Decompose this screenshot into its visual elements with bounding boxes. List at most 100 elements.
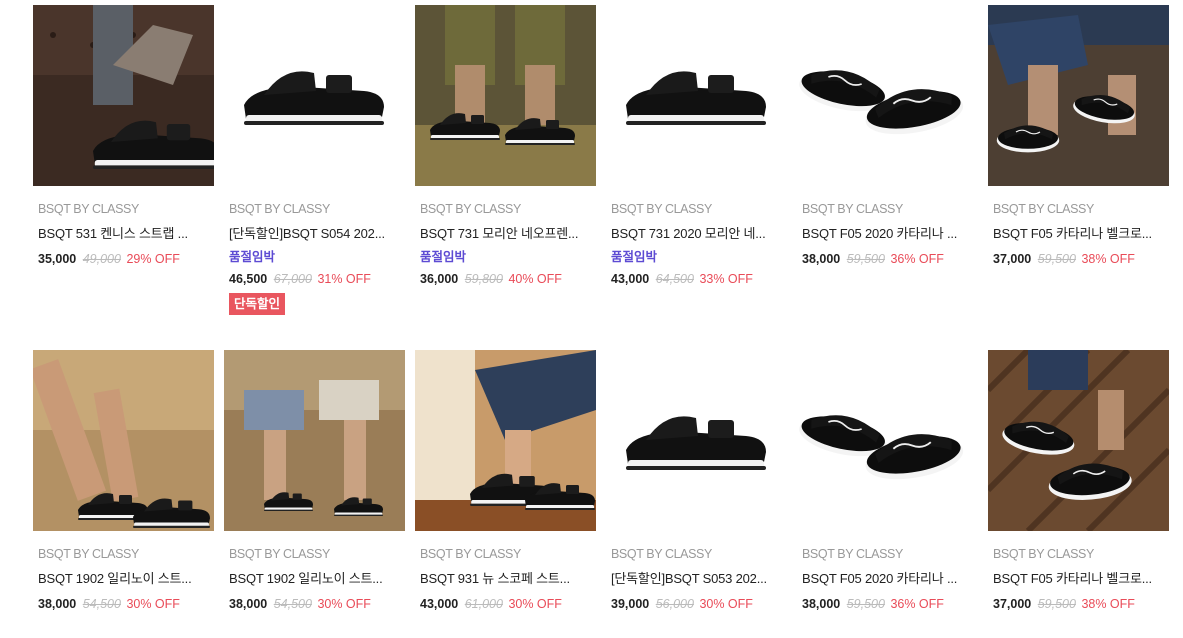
product-name[interactable]: BSQT F05 2020 카타리나 ... [802, 571, 973, 587]
product-brand: BSQT BY CLASSY [229, 547, 330, 561]
product-card[interactable]: BSQT BY CLASSY [단독할인]BSQT S054 202... 품절… [224, 5, 405, 315]
discount-rate: 38% OFF [1081, 597, 1135, 611]
product-image[interactable] [988, 5, 1169, 186]
product-name[interactable]: BSQT F05 2020 카타리나 ... [802, 226, 973, 242]
exclusive-discount-badge: 단독할인 [229, 293, 286, 315]
sale-price: 35,000 [38, 252, 77, 266]
product-brand: BSQT BY CLASSY [38, 202, 139, 216]
product-brand: BSQT BY CLASSY [229, 202, 330, 216]
discount-rate: 30% OFF [317, 597, 371, 611]
discount-rate: 30% OFF [699, 597, 753, 611]
sale-price: 38,000 [229, 597, 268, 611]
product-brand: BSQT BY CLASSY [38, 547, 139, 561]
product-card[interactable]: BSQT BY CLASSY BSQT 931 뉴 스코페 스트... 43,0… [415, 350, 596, 612]
product-brand: BSQT BY CLASSY [420, 202, 521, 216]
product-info: BSQT BY CLASSY [단독할인]BSQT S053 202... 39… [606, 547, 787, 612]
product-image[interactable] [415, 5, 596, 186]
original-price: 56,000 [655, 597, 694, 611]
price-row: 43,000 61,000 30% OFF [420, 596, 591, 612]
discount-rate: 40% OFF [508, 272, 562, 286]
original-price: 59,500 [846, 597, 885, 611]
soldout-soon-label: 품절임박 [420, 250, 467, 264]
product-brand: BSQT BY CLASSY [993, 547, 1094, 561]
product-info: BSQT BY CLASSY BSQT 1902 일리노이 스트... 38,0… [224, 547, 405, 612]
price-row: 36,000 59,800 40% OFF [420, 271, 591, 287]
product-name[interactable]: BSQT 531 켄니스 스트랩 ... [38, 226, 209, 242]
price-row: 38,000 54,500 30% OFF [38, 596, 209, 612]
product-image[interactable] [33, 5, 214, 186]
sale-price: 38,000 [802, 597, 841, 611]
sale-price: 37,000 [993, 252, 1032, 266]
product-image[interactable] [224, 5, 405, 186]
discount-rate: 30% OFF [126, 597, 180, 611]
product-card[interactable]: BSQT BY CLASSY BSQT F05 2020 카타리나 ... 38… [797, 5, 978, 267]
price-row: 38,000 59,500 36% OFF [802, 251, 973, 267]
discount-rate: 38% OFF [1081, 252, 1135, 266]
product-card[interactable]: BSQT BY CLASSY BSQT 731 모리안 네오프렌... 품절임박… [415, 5, 596, 287]
product-info: BSQT BY CLASSY BSQT F05 카타리나 벨크로... 37,0… [988, 202, 1169, 267]
price-row: 46,500 67,000 31% OFF [229, 271, 400, 287]
original-price: 61,000 [464, 597, 503, 611]
product-name[interactable]: BSQT 1902 일리노이 스트... [38, 571, 209, 587]
product-card[interactable]: BSQT BY CLASSY BSQT 731 2020 모리안 네... 품절… [606, 5, 787, 287]
discount-rate: 36% OFF [890, 252, 944, 266]
sale-price: 38,000 [38, 597, 77, 611]
product-brand: BSQT BY CLASSY [611, 547, 712, 561]
product-name[interactable]: BSQT F05 카타리나 벨크로... [993, 571, 1164, 587]
original-price: 64,500 [655, 272, 694, 286]
product-image[interactable] [797, 350, 978, 531]
product-card[interactable]: BSQT BY CLASSY BSQT F05 카타리나 벨크로... 37,0… [988, 5, 1169, 267]
product-name[interactable]: BSQT 931 뉴 스코페 스트... [420, 571, 591, 587]
sale-price: 39,000 [611, 597, 650, 611]
original-price: 59,500 [1037, 597, 1076, 611]
price-row: 37,000 59,500 38% OFF [993, 251, 1164, 267]
sale-price: 36,000 [420, 272, 459, 286]
price-row: 38,000 59,500 36% OFF [802, 596, 973, 612]
sale-price: 43,000 [611, 272, 650, 286]
discount-rate: 31% OFF [317, 272, 371, 286]
product-info: BSQT BY CLASSY BSQT 931 뉴 스코페 스트... 43,0… [415, 547, 596, 612]
product-image[interactable] [988, 350, 1169, 531]
product-name[interactable]: BSQT F05 카타리나 벨크로... [993, 226, 1164, 242]
product-card[interactable]: BSQT BY CLASSY BSQT 1902 일리노이 스트... 38,0… [224, 350, 405, 612]
product-card[interactable]: BSQT BY CLASSY BSQT 1902 일리노이 스트... 38,0… [33, 350, 214, 612]
original-price: 67,000 [273, 272, 312, 286]
product-image[interactable] [606, 5, 787, 186]
product-brand: BSQT BY CLASSY [611, 202, 712, 216]
product-brand: BSQT BY CLASSY [802, 202, 903, 216]
product-image[interactable] [797, 5, 978, 186]
product-info: BSQT BY CLASSY BSQT 731 2020 모리안 네... 품절… [606, 202, 787, 287]
product-name[interactable]: BSQT 731 모리안 네오프렌... [420, 226, 591, 242]
price-row: 38,000 54,500 30% OFF [229, 596, 400, 612]
product-info: BSQT BY CLASSY BSQT F05 카타리나 벨크로... 37,0… [988, 547, 1169, 612]
original-price: 49,000 [82, 252, 121, 266]
product-image[interactable] [415, 350, 596, 531]
product-card[interactable]: BSQT BY CLASSY BSQT F05 2020 카타리나 ... 38… [797, 350, 978, 612]
product-name[interactable]: BSQT 731 2020 모리안 네... [611, 226, 782, 242]
discount-rate: 36% OFF [890, 597, 944, 611]
product-card[interactable]: BSQT BY CLASSY [단독할인]BSQT S053 202... 39… [606, 350, 787, 612]
product-card[interactable]: BSQT BY CLASSY BSQT F05 카타리나 벨크로... 37,0… [988, 350, 1169, 612]
sale-price: 46,500 [229, 272, 268, 286]
sale-price: 43,000 [420, 597, 459, 611]
product-image[interactable] [606, 350, 787, 531]
discount-rate: 33% OFF [699, 272, 753, 286]
product-grid: BSQT BY CLASSY BSQT 531 켄니스 스트랩 ... 35,0… [0, 0, 1183, 638]
price-row: 39,000 56,000 30% OFF [611, 596, 782, 612]
product-name[interactable]: [단독할인]BSQT S054 202... [229, 226, 400, 242]
original-price: 59,500 [846, 252, 885, 266]
product-image[interactable] [33, 350, 214, 531]
product-info: BSQT BY CLASSY BSQT F05 2020 카타리나 ... 38… [797, 547, 978, 612]
product-name[interactable]: [단독할인]BSQT S053 202... [611, 571, 782, 587]
product-info: BSQT BY CLASSY [단독할인]BSQT S054 202... 품절… [224, 202, 405, 315]
product-info: BSQT BY CLASSY BSQT F05 2020 카타리나 ... 38… [797, 202, 978, 267]
product-brand: BSQT BY CLASSY [802, 547, 903, 561]
product-name[interactable]: BSQT 1902 일리노이 스트... [229, 571, 400, 587]
price-row: 37,000 59,500 38% OFF [993, 596, 1164, 612]
sale-price: 38,000 [802, 252, 841, 266]
soldout-soon-label: 품절임박 [229, 250, 276, 264]
product-card[interactable]: BSQT BY CLASSY BSQT 531 켄니스 스트랩 ... 35,0… [33, 5, 214, 267]
price-row: 35,000 49,000 29% OFF [38, 251, 209, 267]
product-image[interactable] [224, 350, 405, 531]
original-price: 54,500 [273, 597, 312, 611]
